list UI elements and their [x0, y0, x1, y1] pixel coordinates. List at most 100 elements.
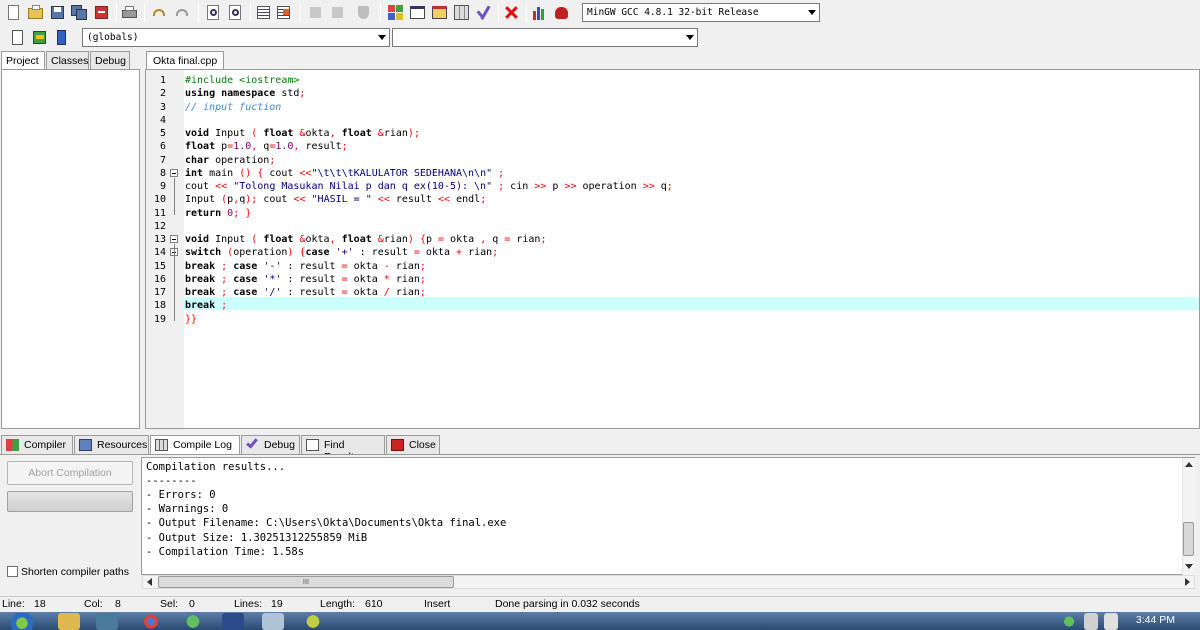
devcpp-taskbar-icon[interactable]: [222, 613, 244, 630]
media-taskbar-icon[interactable]: [96, 613, 118, 630]
status-bar: Line: 18 Col: 8 Sel: 0 Lines: 19 Length:…: [0, 596, 1200, 612]
log-vertical-scrollbar[interactable]: [1182, 458, 1195, 575]
undo-icon[interactable]: [150, 3, 169, 22]
member-select[interactable]: [392, 28, 698, 47]
secondary-toolbar: (globals): [0, 26, 1200, 50]
compile-icon[interactable]: [386, 3, 405, 22]
window-taskbar-icon[interactable]: [262, 613, 284, 630]
tab-project[interactable]: Project: [1, 51, 45, 70]
redo-icon[interactable]: [172, 3, 191, 22]
compiler-select[interactable]: MinGW GCC 4.8.1 32-bit Release: [582, 3, 820, 22]
shorten-paths-checkbox[interactable]: [7, 566, 18, 577]
find-icon[interactable]: [204, 3, 223, 22]
code-line[interactable]: return 0; }: [185, 207, 251, 220]
toggle-bookmark-icon[interactable]: [52, 28, 71, 47]
log-line: Compilation results...: [146, 461, 286, 473]
run-icon[interactable]: [430, 3, 449, 22]
log-vertical-thumb[interactable]: [1183, 522, 1194, 556]
code-line[interactable]: cout << "Tolong Masukan Nilai p dan q ex…: [185, 180, 673, 193]
tab-classes[interactable]: Classes: [46, 51, 89, 69]
code-line[interactable]: int main () { cout <<"\t\t\tKALULATOR SE…: [185, 167, 504, 180]
code-line[interactable]: switch (operation) {case '+' : result = …: [185, 246, 498, 259]
goto-icon[interactable]: [30, 28, 49, 47]
line-number: 10: [153, 194, 166, 206]
tab-resources-label: Resources: [97, 439, 148, 451]
check-syntax-icon[interactable]: [474, 3, 493, 22]
fold-line: [174, 177, 175, 215]
tab-close-label: Close: [409, 439, 436, 451]
explorer-taskbar-icon[interactable]: [58, 613, 80, 630]
file-tab-label: Okta final.cpp: [153, 55, 218, 67]
tab-debug-left-label: Debug: [95, 55, 126, 67]
replace-icon[interactable]: [226, 3, 245, 22]
line-number: 19: [153, 313, 166, 325]
hthumb-grip: III: [302, 578, 310, 586]
code-line[interactable]: char operation;: [185, 154, 275, 167]
shorten-paths-option[interactable]: Shorten compiler paths: [7, 566, 129, 578]
debug-icon[interactable]: [552, 3, 571, 22]
app-taskbar-icon[interactable]: [302, 613, 324, 630]
compile-log-output[interactable]: Compilation results... -------- - Errors: …: [141, 457, 1195, 575]
tab-debug-left[interactable]: Debug: [90, 51, 130, 69]
code-line[interactable]: // input fuction: [185, 101, 281, 114]
torrent-taskbar-icon[interactable]: [182, 613, 204, 630]
profile-icon[interactable]: [530, 3, 549, 22]
save-all-icon[interactable]: [70, 3, 89, 22]
abort-compilation-button[interactable]: Abort Compilation: [7, 461, 133, 485]
tab-project-label: Project: [6, 55, 39, 67]
tray-network-icon[interactable]: [1084, 613, 1098, 630]
code-line[interactable]: using namespace std;: [185, 87, 305, 100]
status-lines-label: Lines:: [234, 598, 263, 610]
insert-icon[interactable]: [8, 28, 27, 47]
tab-compile-log[interactable]: Compile Log: [150, 435, 240, 455]
tray-torrent-icon[interactable]: [1062, 613, 1076, 630]
scope-select[interactable]: (globals): [82, 28, 390, 47]
code-line[interactable]: break ; case '-' : result = okta - rian;: [185, 260, 426, 273]
taskbar-clock[interactable]: 3:44 PM: [1136, 614, 1175, 626]
close-icon: [391, 439, 404, 451]
tab-resources[interactable]: Resources: [74, 435, 149, 454]
code-line[interactable]: }}: [185, 313, 197, 326]
print-icon[interactable]: [120, 3, 139, 22]
save-icon[interactable]: [48, 3, 67, 22]
tab-debug[interactable]: Debug: [241, 435, 300, 454]
code-line[interactable]: break ; case '/' : result = okta / rian;: [185, 286, 426, 299]
chrome-taskbar-icon[interactable]: [140, 613, 162, 630]
log-horizontal-thumb[interactable]: III: [158, 576, 454, 588]
code-line[interactable]: float p=1.0, q=1.0, result;: [185, 140, 348, 153]
code-line[interactable]: void Input ( float &okta, float &rian) {…: [185, 233, 546, 246]
compile-progress-bar: [7, 491, 133, 512]
tray-volume-icon[interactable]: [1104, 613, 1118, 630]
code-line[interactable]: Input (p,q); cout << "HASIL = " << resul…: [185, 193, 486, 206]
tab-classes-label: Classes: [51, 55, 89, 67]
code-line[interactable]: void Input ( float &okta, float &rian);: [185, 127, 420, 140]
editor-file-tab[interactable]: Okta final.cpp: [146, 51, 225, 69]
tab-close[interactable]: Close: [386, 435, 440, 454]
tab-compiler[interactable]: Compiler: [1, 435, 73, 454]
unindent-icon[interactable]: [274, 3, 293, 22]
stop-execution-icon[interactable]: [502, 3, 521, 22]
tab-find-results[interactable]: Find Results: [301, 435, 385, 463]
start-button-icon[interactable]: [6, 613, 38, 630]
line-number: 2: [159, 88, 166, 100]
code-line[interactable]: break ; case '*' : result = okta * rian;: [185, 273, 426, 286]
new-file-icon[interactable]: [4, 3, 23, 22]
code-editor[interactable]: 1 2 3 4 5 6 7 8 9 10 11 12 13 14 15 16 17 18 19 #include <…: [145, 69, 1200, 429]
status-sel: 0: [189, 598, 195, 610]
compile-log-icon: [155, 439, 168, 451]
code-line[interactable]: break ;: [185, 299, 227, 312]
code-line[interactable]: #include <iostream>: [185, 74, 299, 87]
indent-icon[interactable]: [254, 3, 273, 22]
fold-toggle-icon[interactable]: [170, 168, 178, 177]
status-line-label: Line:: [2, 598, 25, 610]
bookmark-next-icon: [328, 3, 347, 22]
line-number: 12: [153, 220, 166, 232]
window-icon[interactable]: [408, 3, 427, 22]
compile-run-icon[interactable]: [452, 3, 471, 22]
fold-toggle-icon[interactable]: [170, 235, 178, 243]
log-line: - Compilation Time: 1.58s: [146, 545, 305, 558]
open-file-icon[interactable]: [26, 3, 45, 22]
close-file-icon[interactable]: [92, 3, 111, 22]
line-number: 5: [159, 128, 166, 139]
line-number: 9: [159, 181, 166, 192]
